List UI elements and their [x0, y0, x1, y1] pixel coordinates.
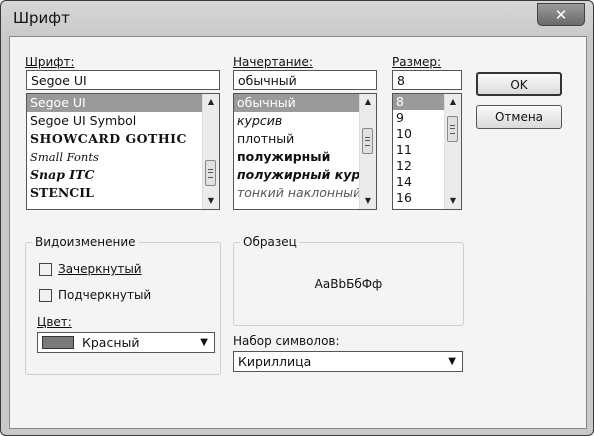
style-list-item[interactable]: полужирный курсив [234, 166, 376, 184]
underline-checkbox[interactable] [39, 289, 52, 302]
style-list-item[interactable]: курсив [234, 112, 376, 130]
close-button[interactable]: ✕ [537, 3, 585, 26]
scroll-up-icon[interactable]: ▲ [445, 94, 461, 110]
color-select-value: Красный [82, 335, 140, 350]
size-list[interactable]: 8 9 10 11 12 14 16 ▲ ▼ [392, 93, 462, 210]
sample-group: Образец AaBbБбФф [233, 235, 464, 326]
scroll-thumb[interactable] [362, 128, 373, 154]
strikeout-label-text: Зачеркнутый [58, 262, 142, 276]
font-label-text: Шрифт: [25, 55, 75, 69]
color-select[interactable]: Красный ▼ [37, 332, 215, 353]
style-list-scrollbar[interactable]: ▲ ▼ [359, 94, 376, 209]
charset-label: Набор символов: [233, 334, 340, 348]
style-list[interactable]: обычный курсив плотный полужирный полужи… [233, 93, 377, 210]
cancel-button[interactable]: Отмена [476, 105, 562, 129]
style-label-text: Начертание: [233, 55, 313, 69]
sample-group-title: Образец [240, 235, 300, 249]
dialog-body: Шрифт: Segoe UI Segoe UI Segoe UI Symbol… [9, 36, 587, 429]
color-swatch [42, 336, 74, 349]
effects-group: Видоизменение Зачеркнутый Подчеркнутый Ц… [25, 235, 221, 375]
scroll-up-icon[interactable]: ▲ [360, 94, 376, 110]
style-input[interactable]: обычный [233, 70, 377, 90]
scroll-thumb[interactable] [205, 160, 216, 186]
dialog-title: Шрифт [13, 9, 70, 27]
size-input[interactable]: 8 [392, 70, 462, 90]
charset-select-value: Кириллица [238, 354, 312, 369]
title-bar[interactable]: Шрифт ✕ [1, 1, 593, 37]
scroll-up-icon[interactable]: ▲ [203, 94, 219, 110]
font-name-input[interactable]: Segoe UI [26, 70, 220, 90]
scroll-down-icon[interactable]: ▼ [445, 193, 461, 209]
font-dialog: Шрифт ✕ Шрифт: Segoe UI Segoe UI Segoe U… [0, 0, 594, 436]
scroll-down-icon[interactable]: ▼ [203, 193, 219, 209]
font-list-item[interactable]: STENCIL [27, 184, 219, 202]
style-list-item[interactable]: полужирный [234, 148, 376, 166]
close-icon: ✕ [554, 5, 568, 24]
sample-preview-text: AaBbБбФф [314, 277, 383, 291]
size-label-text: Размер: [392, 55, 442, 69]
strikeout-label[interactable]: Зачеркнутый [58, 262, 142, 276]
font-list-scrollbar[interactable]: ▲ ▼ [202, 94, 219, 209]
charset-select[interactable]: Кириллица ▼ [233, 351, 463, 372]
effects-group-title: Видоизменение [32, 235, 139, 249]
scroll-down-icon[interactable]: ▼ [360, 193, 376, 209]
style-list-item[interactable]: плотный [234, 130, 376, 148]
size-list-scrollbar[interactable]: ▲ ▼ [444, 94, 461, 209]
style-list-item[interactable]: тонкий наклонный [234, 184, 376, 202]
style-list-item[interactable]: обычный [234, 94, 376, 112]
chevron-down-icon[interactable]: ▼ [200, 333, 208, 352]
color-label: Цвет: [37, 315, 72, 329]
font-list-item[interactable]: Segoe UI [27, 94, 219, 112]
chevron-down-icon[interactable]: ▼ [448, 352, 456, 371]
color-label-text: Цвет: [37, 315, 72, 329]
strikeout-checkbox[interactable] [39, 263, 52, 276]
size-label: Размер: [392, 55, 441, 69]
underline-label[interactable]: Подчеркнутый [58, 288, 151, 302]
font-list[interactable]: Segoe UI Segoe UI Symbol SHOWCARD GOTHIC… [26, 93, 220, 210]
font-list-item[interactable]: Snap ITC [27, 166, 219, 184]
font-label: Шрифт: [25, 55, 75, 69]
underline-label-text: Подчеркнутый [58, 288, 152, 302]
font-list-item[interactable]: SHOWCARD GOTHIC [27, 130, 219, 148]
charset-label-text: Набор символов: [233, 334, 340, 348]
ok-button[interactable]: OK [476, 72, 562, 96]
font-list-item[interactable]: Segoe UI Symbol [27, 112, 219, 130]
font-list-item[interactable]: Small Fonts [27, 148, 219, 166]
scroll-thumb[interactable] [447, 116, 458, 142]
style-label: Начертание: [233, 55, 313, 69]
